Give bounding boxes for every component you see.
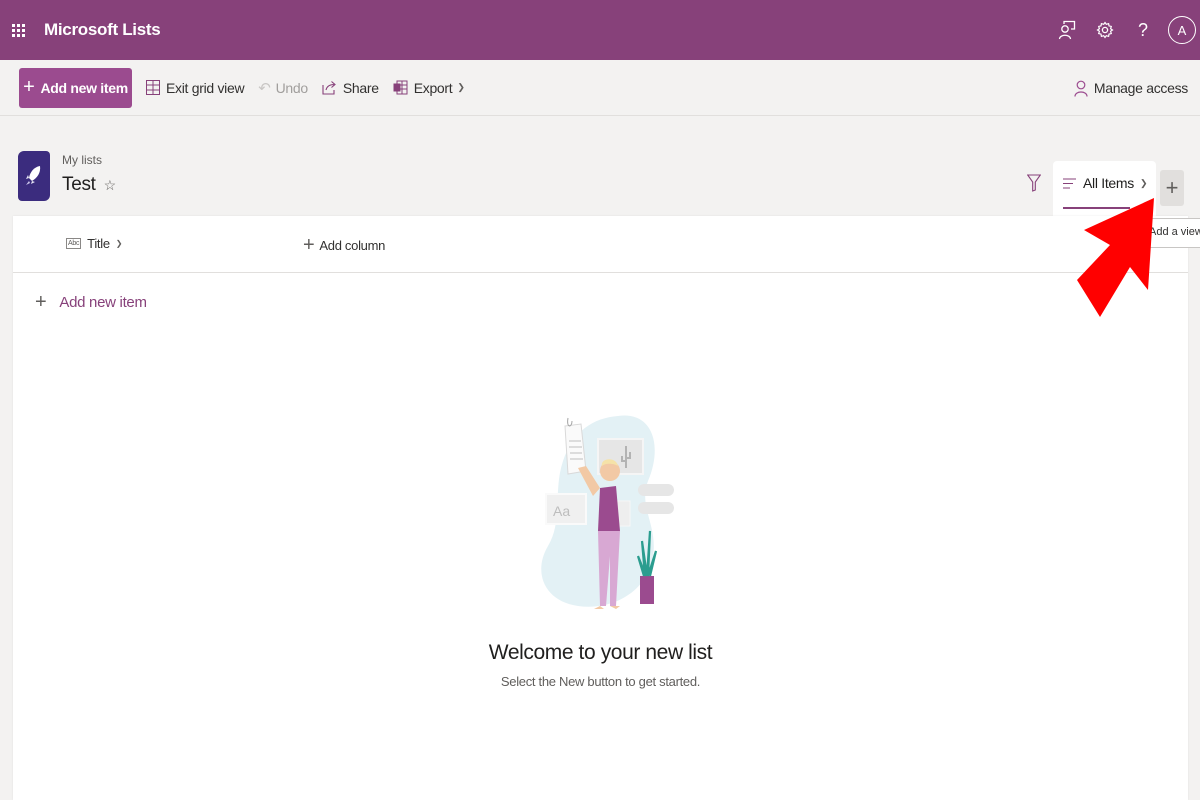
breadcrumb-my-lists[interactable]: My lists xyxy=(62,153,102,167)
illustration-pill xyxy=(638,502,674,514)
plus-icon: + xyxy=(303,234,315,256)
add-view-button[interactable]: + xyxy=(1160,170,1184,206)
help-button[interactable]: ? xyxy=(1124,0,1162,60)
add-new-item-button[interactable]: + Add new item xyxy=(19,67,132,108)
feedback-button[interactable] xyxy=(1048,0,1086,60)
undo-label: Undo xyxy=(275,79,309,96)
column-header-title[interactable]: Abc Title ❯ xyxy=(66,236,122,251)
plus-icon: + xyxy=(35,291,47,313)
list-lines-icon xyxy=(1063,178,1076,188)
avatar[interactable]: A xyxy=(1168,16,1196,44)
add-new-item-label: Add new item xyxy=(40,79,128,96)
filter-icon xyxy=(1026,174,1042,192)
help-icon: ? xyxy=(1137,19,1148,40)
chevron-down-icon: ❯ xyxy=(457,82,465,92)
list-icon xyxy=(18,151,50,201)
grid-icon xyxy=(146,80,160,95)
excel-icon xyxy=(393,80,408,95)
app-launcher-icon xyxy=(11,23,25,37)
illustration-plant-pot xyxy=(640,576,654,604)
add-new-item-row[interactable]: + Add new item xyxy=(35,291,147,314)
illustration-pill xyxy=(638,484,674,496)
column-header-row: Abc Title ❯ + Add column xyxy=(13,216,1188,273)
view-name: All Items xyxy=(1083,175,1134,191)
exit-grid-view-button[interactable]: Exit grid view xyxy=(146,79,245,96)
exit-grid-view-label: Exit grid view xyxy=(166,79,245,96)
illustration-aa-text: Aa xyxy=(553,503,570,519)
settings-icon xyxy=(1096,21,1114,39)
share-label: Share xyxy=(342,79,379,96)
manage-access-button[interactable]: Manage access xyxy=(1074,60,1188,116)
list-title: Test ☆ xyxy=(62,174,116,196)
add-new-item-row-label: Add new item xyxy=(59,294,147,311)
empty-state-subtext: Select the New button to get started. xyxy=(500,674,701,689)
feedback-icon xyxy=(1058,20,1076,40)
export-button[interactable]: Export ❯ xyxy=(393,80,465,96)
chevron-down-icon: ❯ xyxy=(115,239,123,248)
app-launcher-button[interactable] xyxy=(0,0,36,60)
empty-state-heading: Welcome to your new list xyxy=(488,641,713,664)
share-button[interactable]: Share xyxy=(322,80,379,96)
undo-button[interactable]: ↶ Undo xyxy=(258,79,308,97)
manage-access-label: Manage access xyxy=(1093,80,1188,96)
export-label: Export xyxy=(413,79,453,96)
list-title-text[interactable]: Test xyxy=(62,174,96,196)
empty-list-illustration: Aa xyxy=(541,415,674,609)
share-icon xyxy=(322,81,336,95)
text-column-icon: Abc xyxy=(66,238,82,249)
filter-button[interactable] xyxy=(1026,174,1042,197)
command-bar: + Add new item Exit grid view ↶ Undo Sha… xyxy=(0,60,1200,116)
person-icon xyxy=(1074,80,1088,97)
column-title-label: Title xyxy=(87,236,110,251)
rocket-icon xyxy=(26,166,41,185)
add-column-button[interactable]: + Add column xyxy=(303,234,385,257)
chevron-down-icon: ❯ xyxy=(1139,177,1148,188)
settings-button[interactable] xyxy=(1086,0,1124,60)
plus-icon: + xyxy=(1165,175,1179,200)
annotation-arrow-icon xyxy=(1077,198,1154,317)
app-title[interactable]: Microsoft Lists xyxy=(44,20,161,40)
list-content-panel: Abc Title ❯ + Add column + Add new item … xyxy=(13,216,1188,800)
plus-icon: + xyxy=(23,76,35,98)
suite-header: Microsoft Lists ? A xyxy=(0,0,1200,60)
add-column-label: Add column xyxy=(319,238,386,253)
favorite-star-icon[interactable]: ☆ xyxy=(104,177,117,194)
undo-icon: ↶ xyxy=(258,79,271,97)
